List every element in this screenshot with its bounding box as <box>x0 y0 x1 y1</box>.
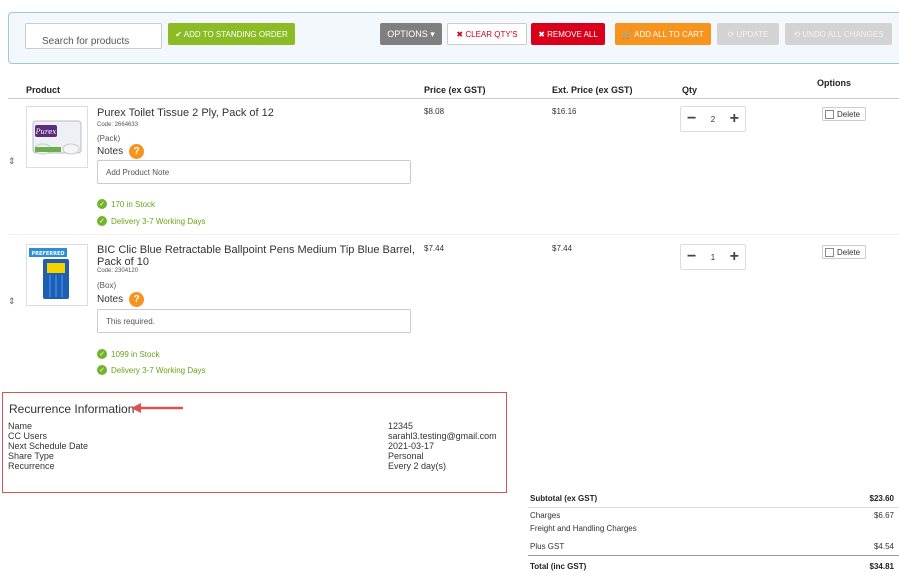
delivery-text: Delivery 3-7 Working Days <box>111 216 206 226</box>
quantity-stepper: − 1 + <box>680 244 746 270</box>
total-value: $34.81 <box>869 562 894 571</box>
column-header-ext-price: Ext. Price (ex GST) <box>552 85 633 95</box>
notes-label: Notes ? <box>97 292 145 307</box>
quantity-input[interactable]: 2 <box>711 115 715 124</box>
delete-button[interactable]: Delete <box>822 245 866 259</box>
plus-icon[interactable]: + <box>730 110 739 128</box>
help-icon[interactable]: ? <box>129 292 145 307</box>
recurrence-title: Recurrence Information <box>9 402 135 416</box>
product-thumbnail: PREFERRED <box>26 244 88 306</box>
product-pack: (Pack) <box>97 134 121 143</box>
add-to-standing-order-button[interactable]: ✔ ADD TO STANDING ORDER <box>168 23 295 45</box>
recurrence-next-date-label: Next Schedule Date <box>8 441 89 451</box>
delete-label: Delete <box>837 247 861 257</box>
unit-price: $7.44 <box>424 244 445 253</box>
minus-icon[interactable]: − <box>687 248 696 266</box>
delivery-status: ✓ Delivery 3-7 Working Days <box>97 365 206 375</box>
notes-text: Notes <box>97 146 124 157</box>
stock-status: ✓ 170 in Stock <box>97 199 155 209</box>
header-divider <box>8 98 899 99</box>
extended-price: $16.16 <box>552 107 577 116</box>
product-thumbnail: Purex <box>26 106 88 168</box>
toilet-tissue-image: Purex <box>32 120 82 155</box>
charges-value: $6.67 <box>873 511 894 520</box>
gst-value: $4.54 <box>873 542 894 551</box>
stock-status: ✓ 1099 in Stock <box>97 349 159 359</box>
total-label: Total (inc GST) <box>530 562 587 571</box>
subtotal-label: Subtotal (ex GST) <box>530 494 598 503</box>
add-all-to-cart-button[interactable]: 🛒 ADD ALL TO CART <box>615 23 711 45</box>
delete-label: Delete <box>837 109 861 119</box>
check-circle-icon: ✓ <box>97 349 107 359</box>
pens-image: PREFERRED <box>29 248 69 299</box>
extended-price: $7.44 <box>552 244 573 253</box>
recurrence-name-value: 12345 <box>388 421 414 431</box>
help-icon[interactable]: ? <box>129 144 145 159</box>
charges-label: Charges <box>530 511 561 520</box>
arrow-left-icon <box>131 403 183 413</box>
stock-text: 1099 in Stock <box>111 349 160 359</box>
product-name[interactable]: Purex Toilet Tissue 2 Ply, Pack of 12 <box>97 107 274 119</box>
delivery-status: ✓ Delivery 3-7 Working Days <box>97 216 206 226</box>
drag-handle-icon[interactable]: ⇕ <box>8 296 16 307</box>
product-code: Code: 2664633 <box>97 122 139 128</box>
recurrence-cc-label: CC Users <box>8 431 48 441</box>
summary-divider <box>528 507 899 508</box>
remove-all-button[interactable]: ✖ REMOVE ALL <box>531 23 605 45</box>
recurrence-next-date-value: 2021-03-17 <box>388 441 435 451</box>
column-header-product: Product <box>26 85 61 95</box>
delete-checkbox[interactable] <box>825 109 834 119</box>
recurrence-frequency-label: Recurrence <box>8 461 55 471</box>
search-input[interactable]: Search for products <box>25 23 162 49</box>
recurrence-share-type-value: Personal <box>388 451 424 461</box>
recurrence-cc-value: sarahl3.testing@gmail.com <box>388 431 497 441</box>
delete-button[interactable]: Delete <box>822 107 866 121</box>
undo-all-changes-button[interactable]: ⟲ UNDO ALL CHANGES <box>785 23 892 45</box>
product-name[interactable]: BIC Clic Blue Retractable Ballpoint Pens… <box>97 244 415 268</box>
recurrence-frequency-value: Every 2 day(s) <box>388 461 447 471</box>
delete-checkbox[interactable] <box>825 247 834 257</box>
update-button[interactable]: ⟳ UPDATE <box>717 23 779 45</box>
column-header-price: Price (ex GST) <box>424 85 486 95</box>
notes-label: Notes ? <box>97 144 145 159</box>
subtotal-value: $23.60 <box>869 494 894 503</box>
thumbnail-brand-text: Purex <box>35 128 57 136</box>
product-pack: (Box) <box>97 281 117 290</box>
notes-text: Notes <box>97 294 124 305</box>
product-note-input[interactable]: This required. <box>97 309 411 333</box>
product-note-input[interactable]: Add Product Note <box>97 160 411 184</box>
recurrence-name-label: Name <box>8 421 33 431</box>
check-circle-icon: ✓ <box>97 365 107 375</box>
check-circle-icon: ✓ <box>97 216 107 226</box>
recurrence-share-type-label: Share Type <box>8 451 54 461</box>
unit-price: $8.08 <box>424 107 445 116</box>
column-header-options: Options <box>817 78 851 88</box>
options-dropdown-button[interactable]: OPTIONS ▾ <box>380 23 442 45</box>
clear-qtys-button[interactable]: ✖ CLEAR QTY'S <box>447 23 527 45</box>
delivery-text: Delivery 3-7 Working Days <box>111 365 206 375</box>
product-code: Code: 2304120 <box>97 268 139 274</box>
drag-handle-icon[interactable]: ⇕ <box>8 156 16 167</box>
quantity-stepper: − 2 + <box>680 106 746 132</box>
minus-icon[interactable]: − <box>687 110 696 128</box>
row-divider <box>8 234 899 235</box>
plus-icon[interactable]: + <box>730 248 739 266</box>
thumbnail-brand-text: PREFERRED <box>31 251 64 257</box>
gst-label: Plus GST <box>530 542 565 551</box>
column-header-qty: Qty <box>682 85 698 95</box>
check-circle-icon: ✓ <box>97 199 107 209</box>
stock-text: 170 in Stock <box>111 199 156 209</box>
total-divider <box>528 555 899 556</box>
toolbar: Search for products ✔ ADD TO STANDING OR… <box>8 12 899 64</box>
recurrence-info-panel: Recurrence Information Name 12345 CC Use… <box>2 392 507 493</box>
freight-label: Freight and Handling Charges <box>530 524 637 533</box>
quantity-input[interactable]: 1 <box>711 253 715 262</box>
